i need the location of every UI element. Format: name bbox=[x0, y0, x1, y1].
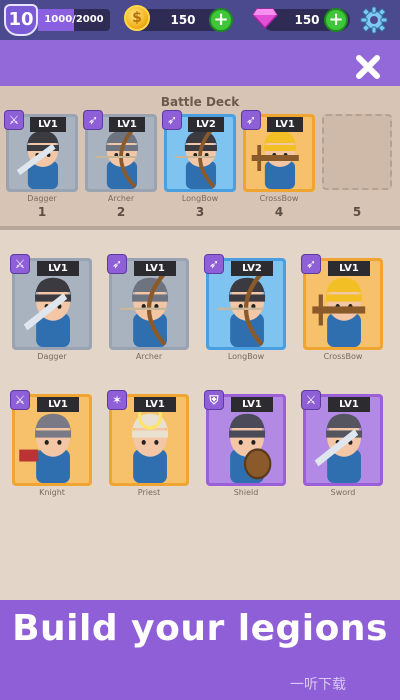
card-level-label: LV1 bbox=[134, 261, 176, 276]
xp-progress-text: 1000/2000 bbox=[44, 14, 104, 25]
card-level-label: LV1 bbox=[30, 117, 66, 132]
weapon-type-icon: ⚔ bbox=[301, 390, 321, 410]
card-level-label: LV1 bbox=[109, 117, 145, 132]
gear-icon[interactable] bbox=[360, 6, 388, 34]
add-gems-button[interactable]: + bbox=[324, 8, 348, 32]
weapon-type-icon: ➶ bbox=[301, 254, 321, 274]
xp-progress-bar: 1000/2000 bbox=[38, 9, 110, 31]
card-name-label: Dagger bbox=[27, 194, 57, 203]
deck-slot-number: 4 bbox=[274, 205, 284, 219]
card-name-label: CrossBow bbox=[323, 352, 363, 361]
weapon-type-icon: ➶ bbox=[162, 110, 182, 130]
empty-deck-slot[interactable] bbox=[322, 114, 392, 190]
card-level-label: LV1 bbox=[231, 397, 273, 412]
deck-slot-number: 5 bbox=[352, 205, 362, 219]
weapon-type-icon: ✶ bbox=[107, 390, 127, 410]
unit-card-archer[interactable]: LV1 ➶ bbox=[107, 254, 189, 350]
gem-icon bbox=[252, 8, 278, 29]
card-level-label: LV2 bbox=[188, 117, 224, 132]
weapon-type-icon: ➶ bbox=[241, 110, 261, 130]
card-level-label: LV1 bbox=[328, 261, 370, 276]
weapon-type-icon: ➶ bbox=[83, 110, 103, 130]
unit-card-longbow[interactable]: LV2 ➶ bbox=[204, 254, 286, 350]
close-icon[interactable] bbox=[354, 53, 382, 81]
unit-card-archer[interactable]: LV1 ➶ bbox=[83, 110, 157, 192]
weapon-type-icon: ➶ bbox=[204, 254, 224, 274]
unit-card-dagger[interactable]: LV1 ⚔ bbox=[10, 254, 92, 350]
card-name-label: LongBow bbox=[227, 352, 265, 361]
weapon-type-icon: ⚔ bbox=[10, 254, 30, 274]
unit-card-sword[interactable]: LV1 ⚔ bbox=[301, 390, 383, 486]
unit-card-longbow[interactable]: LV2 ➶ bbox=[162, 110, 236, 192]
unit-card-knight[interactable]: LV1 ⚔ bbox=[10, 390, 92, 486]
unit-card-shield[interactable]: LV1 ⛨ bbox=[204, 390, 286, 486]
deck-slot-number: 2 bbox=[116, 205, 126, 219]
weapon-type-icon: ⚔ bbox=[4, 110, 24, 130]
card-name-label: Priest bbox=[137, 488, 161, 497]
header-band bbox=[0, 40, 400, 86]
coin-icon: $ bbox=[124, 5, 150, 31]
weapon-type-icon: ⛨ bbox=[204, 390, 224, 410]
card-name-label: Sword bbox=[330, 488, 356, 497]
card-name-label: CrossBow bbox=[259, 194, 299, 203]
gem-amount: 150 bbox=[294, 13, 320, 27]
deck-slot-number: 3 bbox=[195, 205, 205, 219]
card-level-label: LV1 bbox=[328, 397, 370, 412]
unit-card-priest[interactable]: LV1 ✶ bbox=[107, 390, 189, 486]
add-coins-button[interactable]: + bbox=[209, 8, 233, 32]
card-name-label: Archer bbox=[107, 194, 135, 203]
deck-slot-number: 1 bbox=[37, 205, 47, 219]
weapon-type-icon: ➶ bbox=[107, 254, 127, 274]
unit-card-crossbow[interactable]: LV1 ➶ bbox=[301, 254, 383, 350]
unit-card-crossbow[interactable]: LV1 ➶ bbox=[241, 110, 315, 192]
card-level-label: LV1 bbox=[37, 397, 79, 412]
weapon-type-icon: ⚔ bbox=[10, 390, 30, 410]
card-name-label: Archer bbox=[135, 352, 163, 361]
card-level-label: LV1 bbox=[267, 117, 303, 132]
player-level-badge[interactable]: 10 bbox=[4, 4, 38, 36]
card-level-label: LV1 bbox=[37, 261, 79, 276]
card-level-label: LV1 bbox=[134, 397, 176, 412]
watermark: 一听下载 bbox=[290, 677, 346, 693]
card-name-label: Dagger bbox=[37, 352, 67, 361]
promo-banner-text: Build your legions bbox=[12, 608, 388, 649]
card-level-label: LV2 bbox=[231, 261, 273, 276]
card-name-label: Shield bbox=[233, 488, 259, 497]
coin-amount: 150 bbox=[170, 13, 196, 27]
unit-card-dagger[interactable]: LV1 ⚔ bbox=[4, 110, 78, 192]
battle-deck-title: Battle Deck bbox=[160, 95, 240, 109]
card-name-label: LongBow bbox=[181, 194, 219, 203]
card-name-label: Knight bbox=[39, 488, 65, 497]
